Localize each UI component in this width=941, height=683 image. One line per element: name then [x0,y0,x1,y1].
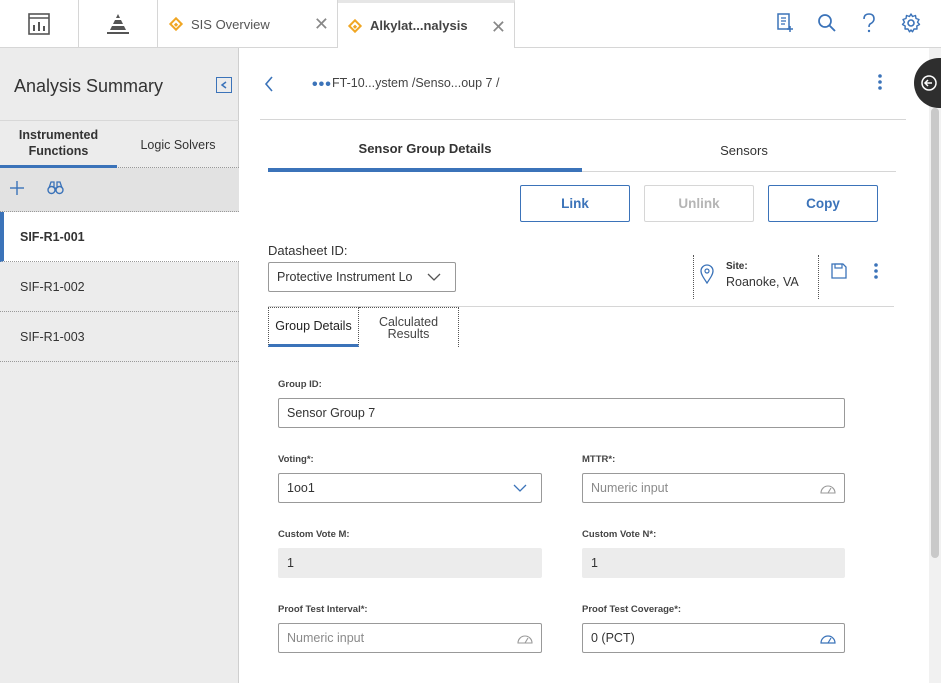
custom-vote-m-value: 1 [287,556,294,570]
tab-label: SIS Overview [191,16,270,32]
list-item-label: SIF-R1-001 [20,229,85,244]
panel-toolbar [0,168,239,212]
tab-sensor-group-details[interactable]: Sensor Group Details [268,128,582,172]
close-icon[interactable]: ✕ [314,14,329,35]
diamond-icon [347,18,363,33]
custom-vote-n-label: Custom Vote N*: [582,529,657,540]
save-icon[interactable] [831,263,847,282]
breadcrumb-header: ••• FT-10...ystem /Senso...oup 7 / [260,48,906,120]
mttr-input[interactable]: Numeric input [582,473,845,503]
voting-label: Voting*: [278,454,314,465]
mttr-label: MTTR*: [582,454,616,465]
tab-label: Alkylat...nalysis [370,18,468,33]
collapse-panel-button[interactable] [216,77,232,93]
diamond-icon [168,16,184,32]
toolbar-right [775,10,921,36]
link-button[interactable]: Link [520,185,630,222]
gear-icon[interactable] [901,10,921,36]
site-label: Site: [726,261,748,272]
panel-tabs: Instrumented Functions Logic Solvers [0,120,239,168]
more-options-icon[interactable] [874,263,878,282]
site-value: Roanoke, VA [726,275,799,289]
dashboard-icon [28,13,50,35]
group-id-value: Sensor Group 7 [287,406,376,420]
copy-button[interactable]: Copy [768,185,878,222]
sub-tabs: Group Details Calculated Results [268,306,894,347]
chevron-left-icon [264,76,273,92]
close-icon[interactable]: ✕ [491,17,506,38]
proof-test-interval-label: Proof Test Interval*: [278,604,368,615]
tab-group-details[interactable]: Group Details [268,307,359,347]
dashboard-button[interactable] [0,0,79,48]
search-icon[interactable] [817,10,837,36]
custom-vote-n-value: 1 [591,556,598,570]
pyramid-button[interactable] [79,0,158,48]
gauge-icon [517,633,533,647]
site-info: Site: Roanoke, VA [693,255,819,299]
chevron-down-icon [427,271,441,285]
datasheet-value: Protective Instrument Lo [277,270,413,284]
list-item-label: SIF-R1-002 [20,279,85,294]
unlink-button[interactable]: Unlink [644,185,754,222]
list-item-label: SIF-R1-003 [20,329,85,344]
proof-test-coverage-value: 0 (PCT) [591,631,635,645]
scrollbar-thumb[interactable] [931,108,939,558]
mttr-placeholder: Numeric input [591,481,669,495]
list-item[interactable]: SIF-R1-002 [0,262,239,312]
list-item[interactable]: SIF-R1-001 [0,212,239,262]
back-button[interactable] [264,76,274,95]
tab-alkylation-analysis[interactable]: Alkylat...nalysis ✕ [338,0,515,48]
proof-test-coverage-label: Proof Test Coverage*: [582,604,682,615]
tab-label: Logic Solvers [140,137,216,152]
pyramid-icon [107,14,129,34]
gauge-icon [820,483,836,497]
datasheet-select[interactable]: Protective Instrument Lo [268,262,456,292]
tab-label: Sensor Group Details [358,140,492,156]
tab-label: Calculated Results [378,314,439,341]
binoculars-icon[interactable] [47,181,64,198]
voting-value: 1oo1 [287,481,315,495]
plus-icon[interactable] [9,180,25,199]
location-pin-icon [700,264,714,287]
proof-test-interval-input[interactable]: Numeric input [278,623,542,653]
sign-in-icon [921,75,937,91]
custom-vote-n-field: 1 [582,548,845,578]
chevron-down-icon [513,482,527,496]
tab-label: Instrumented Functions [18,128,99,158]
tab-label: Group Details [275,319,352,333]
main-content: ••• FT-10...ystem /Senso...oup 7 / Senso… [240,48,941,683]
tab-sensors[interactable]: Sensors [582,128,906,172]
detail-tabs: Sensor Group Details Sensors [268,128,896,172]
analysis-summary-panel: Analysis Summary Instrumented Functions … [0,48,239,683]
voting-select[interactable]: 1oo1 [278,473,542,503]
tab-logic-solvers[interactable]: Logic Solvers [117,121,239,168]
custom-vote-m-field: 1 [278,548,542,578]
breadcrumb-more[interactable]: ••• [312,76,332,94]
custom-vote-m-label: Custom Vote M: [278,529,350,540]
proof-test-coverage-input[interactable]: 0 (PCT) [582,623,845,653]
tab-instrumented-functions[interactable]: Instrumented Functions [0,121,117,168]
panel-title: Analysis Summary [14,76,164,96]
help-icon[interactable] [859,10,879,36]
list-item[interactable]: SIF-R1-003 [0,312,239,362]
add-note-icon[interactable] [775,10,795,36]
group-id-input[interactable]: Sensor Group 7 [278,398,845,428]
tab-calculated-results[interactable]: Calculated Results [359,307,459,347]
proof-test-interval-placeholder: Numeric input [287,631,365,645]
datasheet-label: Datasheet ID: [268,243,348,258]
group-id-label: Group ID: [278,379,322,390]
chevron-left-icon [220,81,227,89]
tab-sis-overview[interactable]: SIS Overview ✕ [159,0,338,48]
tab-label: Sensors [720,142,768,158]
more-options-icon[interactable] [878,74,882,93]
function-list: SIF-R1-001 SIF-R1-002 SIF-R1-003 [0,212,239,362]
top-bar: SIS Overview ✕ Alkylat...nalysis ✕ [0,0,941,48]
scrollbar[interactable] [929,48,941,683]
gauge-icon [820,633,836,647]
breadcrumb[interactable]: FT-10...ystem /Senso...oup 7 / [332,76,499,90]
